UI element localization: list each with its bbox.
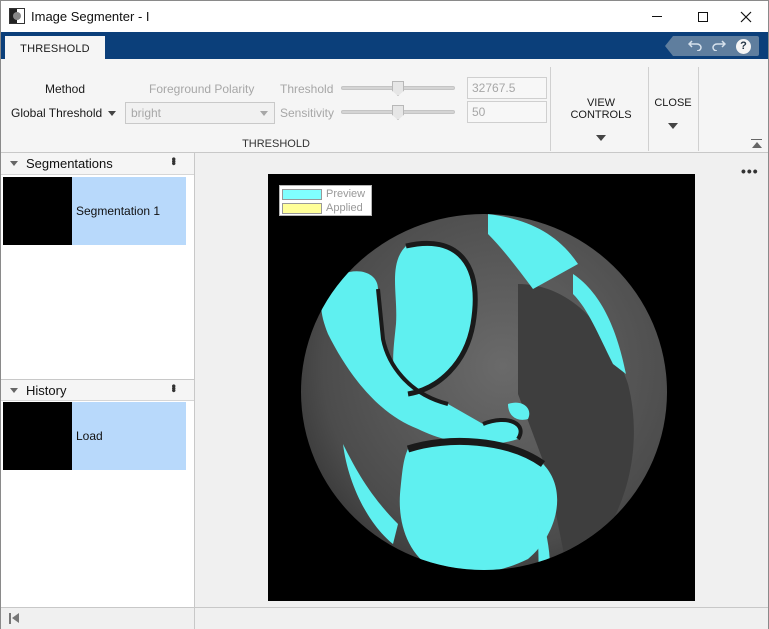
threshold-group-label: THRESHOLD <box>242 138 310 150</box>
chevron-down-icon <box>260 110 268 116</box>
sensitivity-input[interactable]: 50 <box>467 101 547 123</box>
segmentation-item[interactable]: Segmentation 1 <box>3 177 186 245</box>
chevron-down-icon <box>108 110 117 116</box>
viewer-options-icon[interactable]: ••• <box>741 163 759 179</box>
sensitivity-slider-thumb[interactable] <box>392 105 404 120</box>
quick-access-toolbar: ? <box>665 36 759 56</box>
threshold-slider-thumb[interactable] <box>392 81 404 96</box>
ribbon-divider <box>698 67 699 151</box>
app-window: Image Segmenter - I THRESHOLD ? Method G… <box>0 0 769 629</box>
help-button[interactable]: ? <box>736 38 751 54</box>
ribbon-divider <box>550 67 551 151</box>
segmentation-thumbnail <box>3 177 72 245</box>
close-app-button[interactable]: CLOSE <box>651 97 695 129</box>
ribbon-divider <box>648 67 649 151</box>
close-window-button[interactable] <box>723 1 769 32</box>
maximize-icon <box>698 11 708 22</box>
preview-label: Preview <box>326 188 366 200</box>
minimize-button[interactable] <box>634 1 680 32</box>
maximize-button[interactable] <box>680 1 726 32</box>
collapse-ribbon-icon[interactable] <box>751 139 762 149</box>
legend-applied: Applied <box>282 202 363 214</box>
polarity-value: bright <box>131 106 162 120</box>
history-thumbnail <box>3 402 72 470</box>
sensitivity-slider[interactable] <box>341 105 455 120</box>
minimize-icon <box>652 16 662 17</box>
left-panel: Segmentations ••• Segmentation 1 History… <box>1 153 195 607</box>
preview-swatch <box>282 188 322 200</box>
threshold-slider[interactable] <box>341 81 455 96</box>
status-bar <box>1 607 768 629</box>
segmentations-options-icon[interactable]: ••• <box>167 157 181 164</box>
collapse-icon[interactable] <box>10 161 18 166</box>
applied-swatch <box>282 202 322 214</box>
app-icon <box>9 8 25 24</box>
polarity-label: Foreground Polarity <box>149 82 255 96</box>
applied-label: Applied <box>326 202 363 214</box>
window-title: Image Segmenter - I <box>31 9 150 24</box>
method-label: Method <box>45 82 86 96</box>
view-controls-button[interactable]: VIEW CONTROLS <box>555 97 647 141</box>
image-canvas[interactable]: Preview Applied <box>268 174 695 601</box>
mri-image <box>268 174 695 601</box>
sensitivity-label: Sensitivity <box>280 106 335 120</box>
segmentations-header[interactable]: Segmentations ••• <box>1 153 194 175</box>
history-item[interactable]: Load <box>3 402 186 470</box>
first-page-icon[interactable] <box>9 613 19 624</box>
close-icon <box>740 11 752 22</box>
title-bar: Image Segmenter - I <box>1 1 768 32</box>
history-title: History <box>26 382 67 398</box>
polarity-dropdown[interactable]: bright <box>125 102 275 124</box>
method-value: Global Threshold <box>11 106 103 120</box>
view-controls-label: VIEW CONTROLS <box>570 97 632 121</box>
status-bar-left <box>1 608 195 629</box>
ribbon-tab-strip: THRESHOLD ? <box>1 32 768 59</box>
legend-preview: Preview <box>282 188 365 200</box>
collapse-icon[interactable] <box>10 387 18 393</box>
history-options-icon[interactable]: ••• <box>167 384 181 391</box>
segmentation-label: Segmentation 1 <box>76 204 161 218</box>
undo-icon[interactable] <box>687 39 702 53</box>
close-label: CLOSE <box>654 97 692 109</box>
ribbon-threshold: Method Global Threshold Foreground Polar… <box>1 59 768 153</box>
redo-icon[interactable] <box>712 39 727 53</box>
chevron-down-icon <box>596 135 606 141</box>
image-viewer: ••• Preview Applied <box>196 153 768 607</box>
method-dropdown[interactable]: Global Threshold <box>11 103 123 123</box>
threshold-input[interactable]: 32767.5 <box>467 77 547 99</box>
segmentations-title: Segmentations <box>26 156 113 171</box>
history-header[interactable]: History ••• <box>1 379 194 401</box>
chevron-down-icon <box>668 123 678 129</box>
history-label: Load <box>76 429 103 443</box>
threshold-label: Threshold <box>280 82 334 96</box>
tab-threshold[interactable]: THRESHOLD <box>5 36 105 59</box>
overlay-legend: Preview Applied <box>279 185 372 216</box>
